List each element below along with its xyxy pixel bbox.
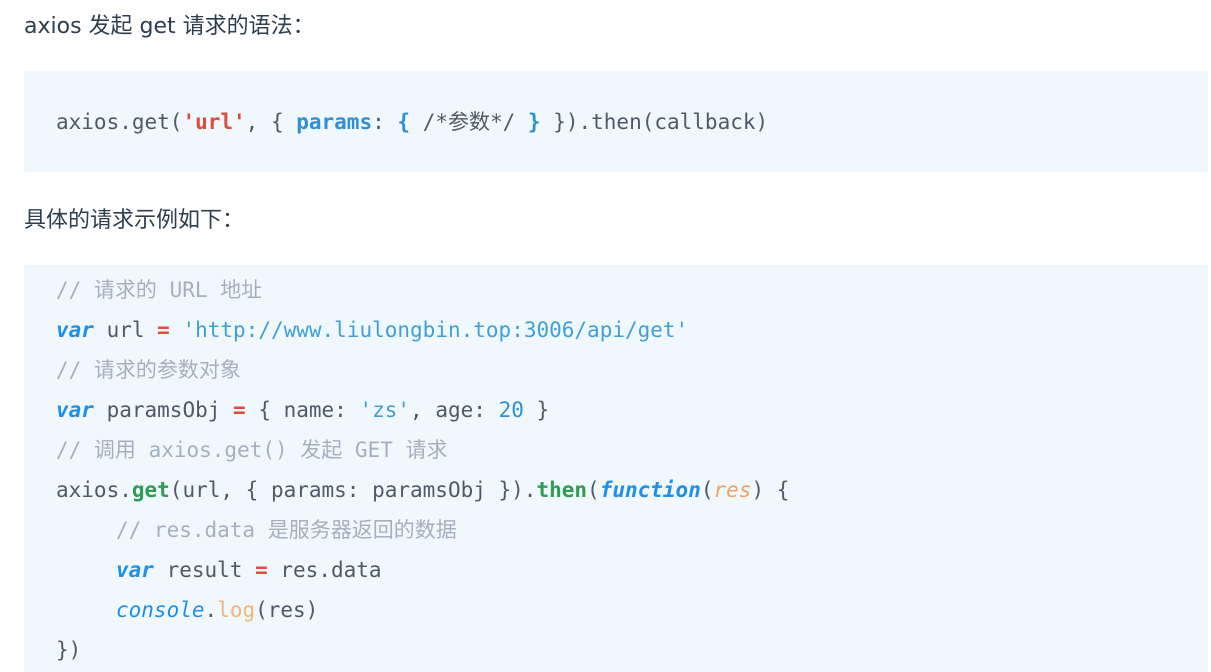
code-line-7: // res.data 是服务器返回的数据 xyxy=(116,510,457,550)
code-brace: } xyxy=(527,110,541,134)
code-operator: = xyxy=(233,398,246,422)
code-comment: /*参数*/ xyxy=(410,110,528,134)
example-code-block: // 请求的 URL 地址 var url = 'http://www.liul… xyxy=(24,265,1208,672)
code-token: } xyxy=(523,398,550,422)
code-brace: { xyxy=(397,110,411,134)
code-token: ( xyxy=(700,478,714,502)
code-keyword: function xyxy=(599,478,701,502)
code-string: 'http://www.liulongbin.top:3006/api/get' xyxy=(182,318,689,342)
syntax-code-line: axios.get('url', { params: { /*参数*/ } })… xyxy=(56,102,768,142)
code-token: (url, { params: paramsObj }). xyxy=(169,478,537,502)
code-line-9: console.log(res) xyxy=(116,590,318,630)
code-token: axios. xyxy=(56,478,132,502)
code-line-6: axios.get(url, { params: paramsObj }).th… xyxy=(56,470,789,510)
code-operator: = xyxy=(157,318,170,342)
code-token: : xyxy=(372,110,398,134)
code-line-4: var paramsObj = { name: 'zs', age: 20 } xyxy=(56,390,549,430)
code-line-5: // 调用 axios.get() 发起 GET 请求 xyxy=(56,430,448,470)
code-parameter: res xyxy=(713,478,752,502)
code-token: (res) xyxy=(255,598,319,622)
code-keyword: var xyxy=(56,398,94,422)
example-heading: 具体的请求示例如下： xyxy=(24,208,245,233)
code-comment: // res.data 是服务器返回的数据 xyxy=(116,518,457,542)
code-token: , { xyxy=(245,110,297,134)
code-token: , age: xyxy=(410,398,499,422)
code-token: . xyxy=(204,598,218,622)
code-number: 20 xyxy=(498,398,524,422)
syntax-heading: axios 发起 get 请求的语法： xyxy=(24,14,315,39)
code-token: axios.get( xyxy=(56,110,183,134)
code-token: url xyxy=(93,318,158,342)
code-line-10: }) xyxy=(56,630,81,670)
code-method: log xyxy=(217,598,256,622)
code-token: ) { xyxy=(751,478,790,502)
code-token: result xyxy=(153,558,256,582)
code-token: }) xyxy=(56,638,82,662)
code-line-3: // 请求的参数对象 xyxy=(56,350,241,390)
code-token: paramsObj xyxy=(93,398,234,422)
code-string: 'url' xyxy=(182,110,246,134)
code-token: }).then(callback) xyxy=(540,110,769,134)
code-comment: // 调用 axios.get() 发起 GET 请求 xyxy=(56,438,448,462)
code-token: { name: xyxy=(245,398,360,422)
code-property: params xyxy=(296,110,373,134)
code-string: 'zs' xyxy=(359,398,411,422)
syntax-code-block: axios.get('url', { params: { /*参数*/ } })… xyxy=(24,71,1208,172)
code-method: get xyxy=(131,478,170,502)
code-keyword: var xyxy=(56,318,94,342)
code-token: res.data xyxy=(267,558,382,582)
code-line-2: var url = 'http://www.liulongbin.top:300… xyxy=(56,310,688,350)
code-method: then xyxy=(536,478,588,502)
code-line-8: var result = res.data xyxy=(116,550,382,590)
code-operator: = xyxy=(255,558,268,582)
code-line-1: // 请求的 URL 地址 xyxy=(56,270,262,310)
code-token: ( xyxy=(587,478,600,502)
code-comment: // 请求的 URL 地址 xyxy=(56,278,263,302)
code-comment: // 请求的参数对象 xyxy=(56,358,241,382)
code-keyword: var xyxy=(116,558,154,582)
code-builtin: console xyxy=(116,598,205,622)
